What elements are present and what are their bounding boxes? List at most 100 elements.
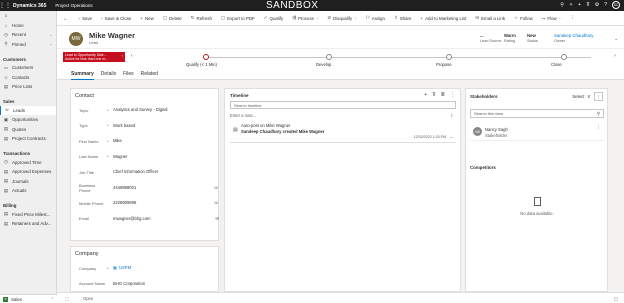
search-icon[interactable]: ⚲ [597, 111, 600, 117]
sidebar-menu-toggle[interactable]: ≡ [0, 11, 56, 21]
stage-close-dot[interactable] [561, 54, 567, 60]
stage-develop-dot[interactable] [326, 54, 332, 60]
sidebar-item-approved-expenses[interactable]: ▤ Approved Expenses [0, 167, 56, 177]
tab-details[interactable]: Details [101, 69, 116, 80]
export-to-pdf-button[interactable]: ▢ Export to PDF [221, 15, 255, 21]
sidebar-item-contacts[interactable]: ☺ Contacts [0, 73, 56, 83]
add-to-marketing-list-button[interactable]: + Add to Marketing List [420, 16, 466, 21]
stage-close-label[interactable]: Close [551, 62, 562, 67]
select-button[interactable]: Select ≡ [572, 94, 590, 99]
add-icon[interactable]: + [424, 92, 427, 98]
stage-qualify-1-min-label[interactable]: Qualify (< 1 Min) [186, 62, 217, 67]
sidebar-item-label: Leads [13, 107, 25, 113]
sidebar-item-label: Opportunities [12, 117, 39, 123]
more-icon[interactable]: ⋮ [450, 92, 455, 98]
area-switcher-label: Sales [11, 296, 22, 302]
sidebar-item-retainers-and-adv[interactable]: ▤ Retainers and Adv... [0, 219, 56, 229]
timeline-post[interactable]: ▤ Auto-post on Mike Wagner Sandeep Chaud… [230, 121, 456, 143]
sidebar-item-journals[interactable]: ▤ Journals [0, 177, 56, 187]
process-button[interactable]: ⇶ Process ⌄ [292, 15, 318, 21]
stakeholder-name[interactable]: Nancy Sagh [485, 127, 508, 132]
disqualify-icon: ⊘ [327, 15, 332, 20]
sidebar-item-actuals[interactable]: ▤ Actuals [0, 186, 56, 196]
disqualify-button[interactable]: ⊘ Disqualify ⌄ [327, 15, 356, 21]
delete-button[interactable]: ▢ Delete [163, 15, 182, 21]
field-last-name-input[interactable]: Wagner [113, 153, 219, 161]
stage-develop-label[interactable]: Develop [316, 62, 331, 67]
assign-button[interactable]: ⚇ Assign [366, 15, 385, 21]
tab-related[interactable]: Related [141, 69, 158, 80]
stakeholder-row[interactable]: NS Nancy Sagh Stakeholder ⋮ [470, 124, 604, 141]
post-body: Sandeep Chaudhary created Mike Wagner [241, 129, 325, 134]
stakeholder-search-input[interactable]: Search this view ⚲ [470, 109, 604, 118]
sidebar-item-price-lists[interactable]: ▤ Price Lists [0, 82, 56, 92]
sidebar-item-recent[interactable]: ◷ Recent ⌄ [0, 30, 56, 40]
sidebar-item-fixed-price-milest[interactable]: ▤ Fixed Price Milest... [0, 210, 56, 220]
more-options-button[interactable]: ⋮ [594, 92, 603, 101]
phone-icon[interactable]: ☏ [214, 185, 220, 191]
chevron-down-icon[interactable]: ⌄ [450, 134, 453, 139]
field-topic-input[interactable]: Analytics and Survey - Digital [113, 106, 219, 114]
back-button[interactable]: ← [63, 16, 70, 21]
qualify-button[interactable]: ✓ Qualify [264, 15, 283, 21]
row-more-icon[interactable]: ⋮ [597, 125, 602, 131]
field-account-name-input[interactable]: BHG Corporation [113, 280, 219, 288]
sidebar-item-pinned[interactable]: ⚲ Pinned ⌄ [0, 40, 56, 50]
save-button[interactable]: ▫ Save [79, 16, 93, 21]
header-field-value[interactable]: Sandeep Chaudhary [554, 33, 593, 38]
list-icon[interactable]: ≣ [441, 92, 445, 98]
stage-qualify-1-min-dot[interactable] [203, 54, 209, 60]
flow-button[interactable]: ⤳ Flow ⌄ [542, 16, 561, 21]
timeline-search-input[interactable]: Search timeline [230, 101, 456, 109]
follow-button[interactable]: ☆ Follow [514, 15, 533, 21]
sidebar-item-approved-time[interactable]: ◷ Approved Time [0, 158, 56, 168]
refresh-button[interactable]: ↻ Refresh [191, 15, 212, 21]
timeline-note-input[interactable]: Enter a note... ⌇ [230, 113, 456, 118]
process-alert[interactable]: Lead to Opportunity Sale... Active for l… [63, 52, 125, 62]
settings-icon[interactable]: ⚙ [595, 2, 599, 8]
sidebar-item-leads[interactable]: ☏ Leads [0, 105, 56, 115]
sidebar-item-opportunities[interactable]: ▣ Opportunities [0, 115, 56, 125]
tab-summary[interactable]: Summary [71, 69, 94, 80]
stage-propose-label[interactable]: Propose [436, 62, 452, 67]
filter-icon[interactable]: ⊽ [432, 92, 436, 98]
sidebar-item-home[interactable]: ⌂ Home [0, 21, 56, 31]
lightbulb-icon[interactable]: ✧ [569, 2, 573, 8]
field-mobile-phone-input[interactable]: 2228909898 [113, 199, 214, 207]
header-expand-icon[interactable]: ⌄ [614, 36, 618, 42]
filter-icon[interactable]: ⊽ [586, 2, 590, 8]
field-business-phone-input[interactable]: 4449898001 [113, 184, 214, 192]
stage-next-icon[interactable]: › [614, 53, 616, 59]
phone-icon[interactable]: ☏ [214, 200, 220, 206]
field-first-name-input[interactable]: Mike [113, 137, 219, 145]
new-button[interactable]: + New [140, 16, 153, 21]
sidebar-item-customers[interactable]: ▭ Customers [0, 63, 56, 73]
field-company-input[interactable]: ▦ USPM [113, 264, 219, 272]
field-type-input[interactable]: Work based [113, 122, 219, 130]
stage-propose-dot[interactable] [446, 54, 452, 60]
field-label: First Name [79, 138, 99, 144]
attach-icon[interactable]: ⌇ [451, 113, 453, 119]
user-avatar[interactable]: SC [612, 1, 620, 9]
field-job-title-input[interactable]: Chief Information Officer [113, 168, 219, 176]
share-button[interactable]: ⇪ Share [394, 15, 412, 21]
more-commands-button[interactable]: ⋮ [570, 15, 574, 21]
add-icon[interactable]: + [578, 2, 581, 8]
field-mobile-phone: Mobile Phone 2228909898 ☏ [79, 198, 219, 208]
email-a-link-button[interactable]: ✉ Email a Link [475, 15, 505, 21]
field-email-input[interactable]: mwagner@bhg.com [113, 215, 215, 223]
footer-save-icon[interactable]: ▢ [614, 296, 618, 302]
sidebar-item-project-contracts[interactable]: ▤ Project Contracts [0, 134, 56, 144]
footer-popout-icon[interactable]: ⬚ [65, 296, 69, 301]
app-name[interactable]: Dynamics 365 [13, 3, 46, 9]
stage-prev-icon[interactable]: ‹ [131, 53, 133, 59]
search-icon[interactable]: ⚲ [560, 2, 564, 8]
email-icon[interactable]: ✉ [215, 216, 219, 222]
app-launcher-icon[interactable]: ⋮⋮ [0, 0, 11, 11]
competitors-title: Competitors [470, 165, 496, 170]
help-icon[interactable]: ? [604, 2, 607, 8]
save-close-button[interactable]: ▫ Save & Close [101, 16, 131, 21]
area-switcher[interactable]: S Sales ⌃ [0, 294, 57, 303]
sidebar-item-quotes[interactable]: ▤ Quotes [0, 125, 56, 135]
tab-files[interactable]: Files [123, 69, 134, 80]
